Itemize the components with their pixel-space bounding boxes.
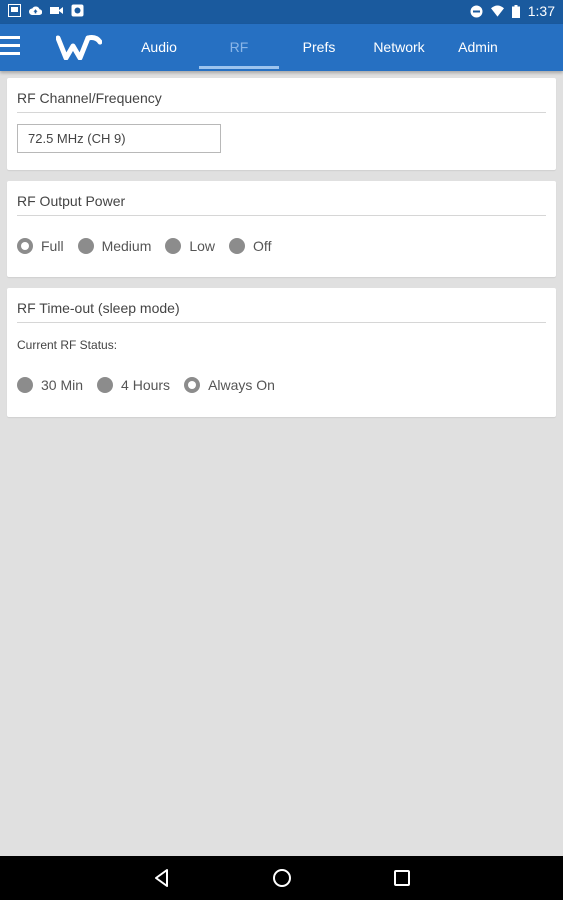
status-bar: 1:37 bbox=[0, 0, 563, 24]
radio-label: 4 Hours bbox=[121, 377, 171, 393]
radio-label: Always On bbox=[208, 377, 275, 393]
rf-output-power-card: RF Output Power Full Medium Low Off bbox=[7, 181, 556, 277]
timeout-option-4-hours[interactable]: 4 Hours bbox=[97, 377, 170, 393]
tab-rf[interactable]: RF bbox=[199, 24, 279, 71]
divider bbox=[17, 322, 546, 323]
tab-prefs[interactable]: Prefs bbox=[290, 24, 348, 71]
recents-icon[interactable] bbox=[390, 866, 414, 890]
battery-icon bbox=[511, 4, 520, 18]
app-bar: Audio RF Prefs Network Admin bbox=[0, 24, 563, 71]
rf-frequency-field[interactable]: 72.5 MHz (CH 9) bbox=[17, 124, 221, 153]
home-icon[interactable] bbox=[270, 866, 294, 890]
active-tab-indicator bbox=[199, 66, 279, 69]
power-option-off[interactable]: Off bbox=[229, 238, 271, 254]
video-icon bbox=[50, 7, 63, 14]
notification-icons bbox=[8, 4, 84, 17]
radio-icon[interactable] bbox=[17, 377, 33, 393]
rf-channel-card: RF Channel/Frequency 72.5 MHz (CH 9) bbox=[7, 78, 556, 170]
output-power-options: Full Medium Low Off bbox=[17, 238, 285, 254]
radio-selected-icon[interactable] bbox=[17, 238, 33, 254]
photo-icon bbox=[71, 4, 84, 17]
system-icons: 1:37 bbox=[470, 3, 555, 19]
clock: 1:37 bbox=[527, 3, 555, 19]
radio-icon[interactable] bbox=[97, 377, 114, 393]
rf-channel-title: RF Channel/Frequency bbox=[17, 90, 162, 106]
wifi-icon bbox=[490, 4, 504, 17]
radio-label: Off bbox=[253, 238, 272, 254]
navigation-bar bbox=[0, 856, 563, 900]
radio-label: 30 Min bbox=[41, 377, 84, 393]
timeout-option-always-on[interactable]: Always On bbox=[184, 377, 275, 393]
rf-timeout-card: RF Time-out (sleep mode) Current RF Stat… bbox=[7, 288, 556, 417]
radio-icon[interactable] bbox=[229, 238, 246, 254]
cloud-upload-icon bbox=[29, 6, 42, 15]
radio-selected-icon[interactable] bbox=[184, 377, 201, 393]
radio-icon[interactable] bbox=[165, 238, 182, 254]
image-notification-icon bbox=[8, 4, 21, 17]
power-option-full[interactable]: Full bbox=[17, 238, 64, 254]
divider bbox=[17, 215, 546, 216]
tab-audio[interactable]: Audio bbox=[128, 24, 190, 71]
divider bbox=[17, 112, 546, 113]
radio-label: Full bbox=[41, 238, 64, 254]
timeout-option-30-min[interactable]: 30 Min bbox=[17, 377, 83, 393]
do-not-disturb-icon bbox=[470, 5, 483, 17]
timeout-options: 30 Min 4 Hours Always On bbox=[17, 377, 289, 393]
power-option-low[interactable]: Low bbox=[165, 238, 215, 254]
radio-label: Medium bbox=[101, 238, 152, 254]
menu-icon[interactable] bbox=[0, 36, 20, 58]
radio-icon[interactable] bbox=[77, 238, 94, 254]
radio-label: Low bbox=[189, 238, 216, 254]
back-icon[interactable] bbox=[150, 866, 174, 890]
app-logo bbox=[56, 35, 102, 60]
rf-timeout-title: RF Time-out (sleep mode) bbox=[17, 300, 180, 316]
current-rf-status-label: Current RF Status: bbox=[17, 338, 118, 352]
rf-output-power-title: RF Output Power bbox=[17, 193, 126, 209]
tab-admin[interactable]: Admin bbox=[447, 24, 509, 71]
power-option-medium[interactable]: Medium bbox=[77, 238, 152, 254]
tab-network[interactable]: Network bbox=[360, 24, 438, 71]
